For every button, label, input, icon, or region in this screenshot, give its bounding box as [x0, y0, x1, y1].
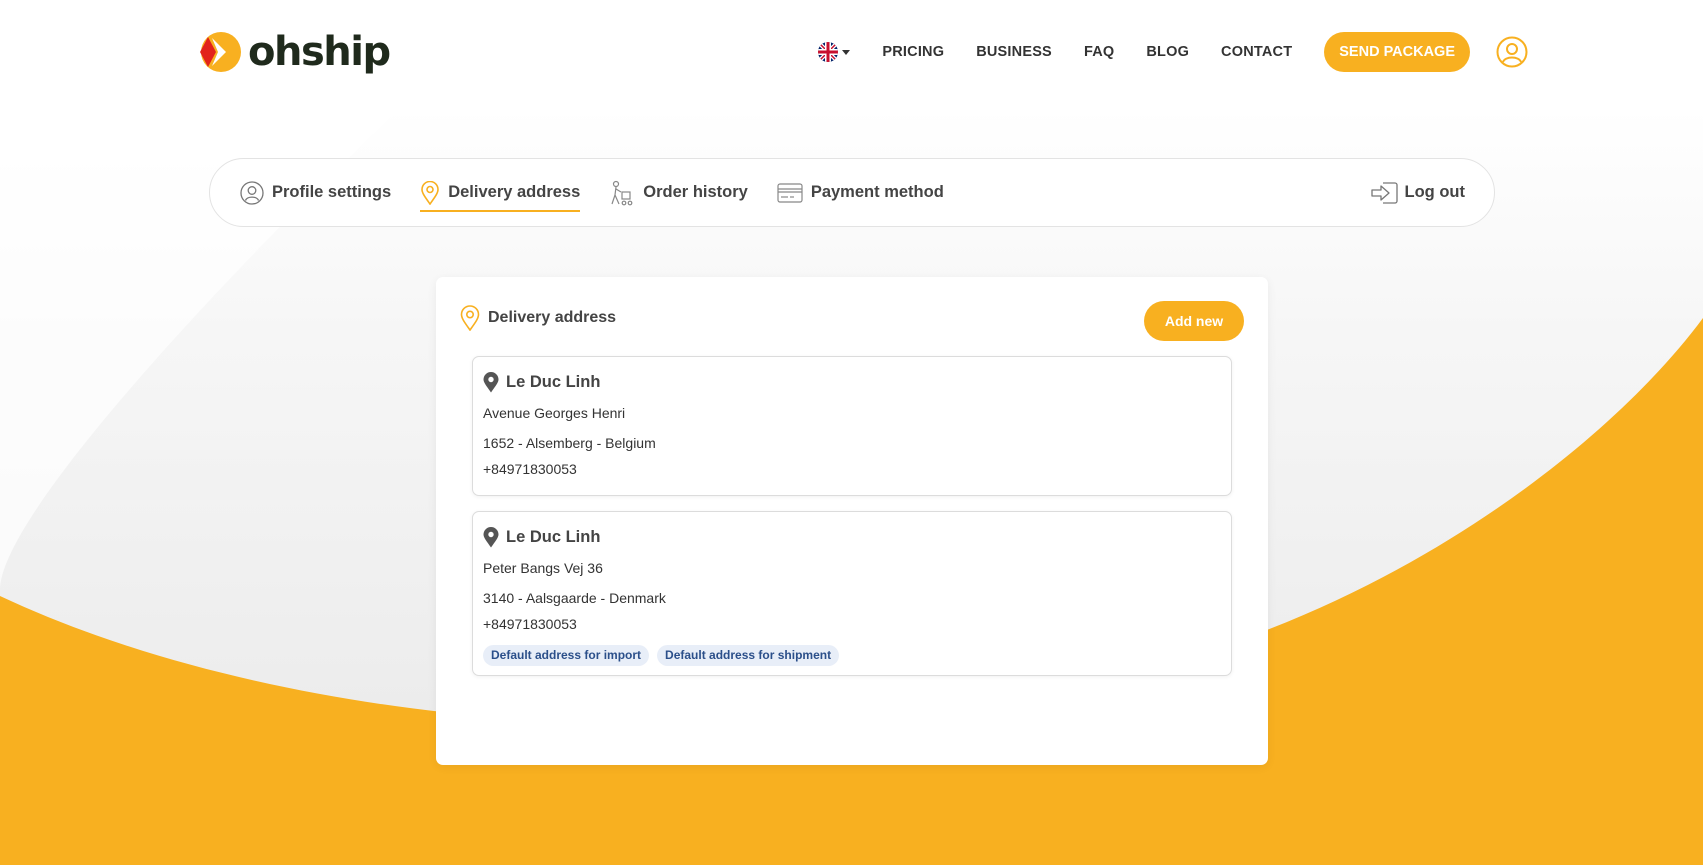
- user-icon: [1496, 36, 1528, 68]
- recipient-name: Le Duc Linh: [506, 527, 601, 546]
- logo-text: ohship: [248, 29, 391, 75]
- phone-number: +84971830053: [483, 616, 577, 632]
- nav-pricing[interactable]: PRICING: [882, 44, 944, 60]
- address-card[interactable]: Le Duc Linh Peter Bangs Vej 36 3140 - Aa…: [472, 511, 1232, 676]
- account-button[interactable]: [1496, 36, 1528, 68]
- main-nav: PRICING BUSINESS FAQ BLOG CONTACT SEND P…: [818, 32, 1528, 72]
- recipient-name: Le Duc Linh: [506, 372, 601, 391]
- language-selector[interactable]: [818, 42, 851, 62]
- nav-contact[interactable]: CONTACT: [1221, 44, 1292, 60]
- logo-arrow-icon: [200, 32, 241, 72]
- panel-title: Delivery address: [488, 309, 617, 326]
- map-marker-icon: [483, 371, 499, 392]
- logout-button[interactable]: Log out: [1370, 159, 1465, 226]
- tab-label: Order history: [643, 183, 748, 201]
- map-marker-icon: [483, 526, 499, 547]
- tab-label: Delivery address: [448, 183, 581, 201]
- logout-label: Log out: [1404, 183, 1465, 201]
- default-import-badge: Default address for import: [483, 645, 650, 666]
- tab-profile-settings[interactable]: Profile settings: [240, 159, 391, 226]
- phone-number: +84971830053: [483, 461, 577, 477]
- delivery-person-icon: [611, 180, 633, 205]
- nav-business[interactable]: BUSINESS: [976, 44, 1052, 60]
- logout-icon: [1370, 181, 1398, 204]
- nav-blog[interactable]: BLOG: [1146, 44, 1189, 60]
- credit-card-icon: [777, 182, 803, 203]
- location-pin-icon: [460, 305, 480, 331]
- street-address: Peter Bangs Vej 36: [483, 560, 603, 576]
- user-icon: [240, 180, 264, 205]
- delivery-address-panel: Delivery address Add new Le Duc Linh Ave…: [436, 277, 1268, 765]
- city-country: 1652 - Alsemberg - Belgium: [483, 435, 656, 451]
- address-badges: Default address for import Default addre…: [483, 645, 847, 666]
- account-tabs: Profile settings Delivery address Order …: [209, 158, 1495, 227]
- tab-order-history[interactable]: Order history: [609, 159, 748, 226]
- chevron-down-icon: [842, 49, 851, 55]
- panel-header: Delivery address: [460, 305, 616, 331]
- tab-label: Payment method: [810, 183, 944, 201]
- tab-payment-method[interactable]: Payment method: [777, 159, 944, 226]
- uk-flag-icon: [818, 42, 839, 62]
- send-package-button[interactable]: SEND PACKAGE: [1324, 32, 1470, 72]
- nav-faq[interactable]: FAQ: [1084, 44, 1114, 60]
- tab-label: Profile settings: [272, 183, 392, 201]
- ohship-logo[interactable]: ohship: [196, 28, 391, 76]
- tab-delivery-address[interactable]: Delivery address: [420, 159, 581, 226]
- city-country: 3140 - Aalsgaarde - Denmark: [483, 590, 666, 606]
- street-address: Avenue Georges Henri: [483, 405, 626, 421]
- default-shipment-badge: Default address for shipment: [657, 645, 840, 666]
- address-card[interactable]: Le Duc Linh Avenue Georges Henri 1652 - …: [472, 356, 1232, 496]
- location-pin-icon: [421, 180, 440, 205]
- add-new-address-button[interactable]: Add new: [1144, 301, 1244, 341]
